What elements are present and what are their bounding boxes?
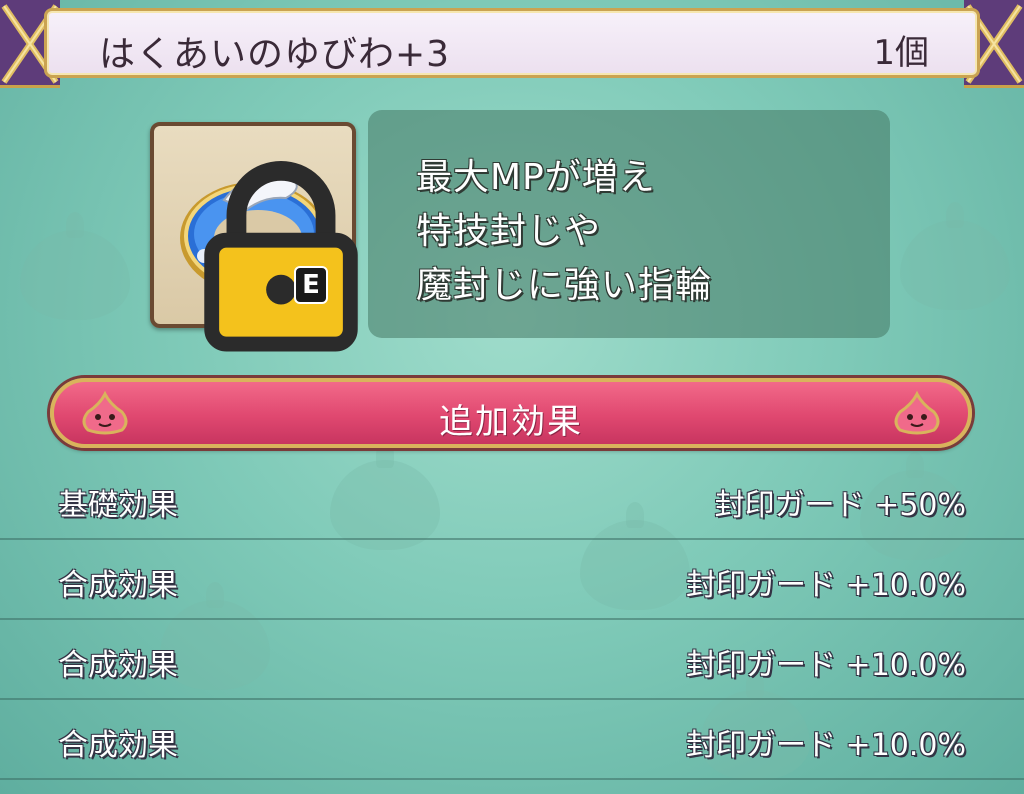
item-icon-frame[interactable]: E <box>150 122 358 352</box>
effect-label: 合成効果 <box>58 568 178 603</box>
effect-value: 封印ガード +50% <box>714 488 966 523</box>
effect-label: 合成効果 <box>58 728 178 763</box>
effect-label: 基礎効果 <box>58 488 178 523</box>
item-name-plate: はくあいのゆびわ+3 1個 <box>44 8 980 78</box>
effect-value: 封印ガード +10.0% <box>686 728 966 763</box>
effect-label: 合成効果 <box>58 648 178 683</box>
lock-icon <box>204 160 358 352</box>
description-line: 最大MPが増え <box>416 157 656 198</box>
description-line: 魔封じに強い指輪 <box>416 265 713 306</box>
effect-value: 封印ガード +10.0% <box>686 648 966 683</box>
effect-row: 合成効果 封印ガード +10.0% <box>0 540 1024 620</box>
item-description-panel: 最大MPが増え 特技封じや 魔封じに強い指輪 <box>368 110 890 338</box>
equipped-badge: E <box>294 266 328 304</box>
effect-row: 基礎効果 封印ガード +50% <box>0 460 1024 540</box>
additional-effects-header: 追加効果 <box>50 378 972 448</box>
effect-row: 合成効果 封印ガード +10.0% <box>0 620 1024 700</box>
slime-face-icon <box>894 390 940 435</box>
item-title-bar: はくあいのゆびわ+3 1個 <box>0 0 1024 88</box>
item-name: はくあいのゆびわ+3 <box>99 34 451 75</box>
description-line: 特技封じや <box>416 211 602 252</box>
effect-row: 合成効果 封印ガード +10.0% <box>0 700 1024 780</box>
section-title: 追加効果 <box>439 402 583 442</box>
background-slime-pattern <box>20 212 130 320</box>
background-slime-pattern <box>900 202 1010 310</box>
effect-value: 封印ガード +10.0% <box>686 568 966 603</box>
item-count: 1個 <box>873 33 929 73</box>
